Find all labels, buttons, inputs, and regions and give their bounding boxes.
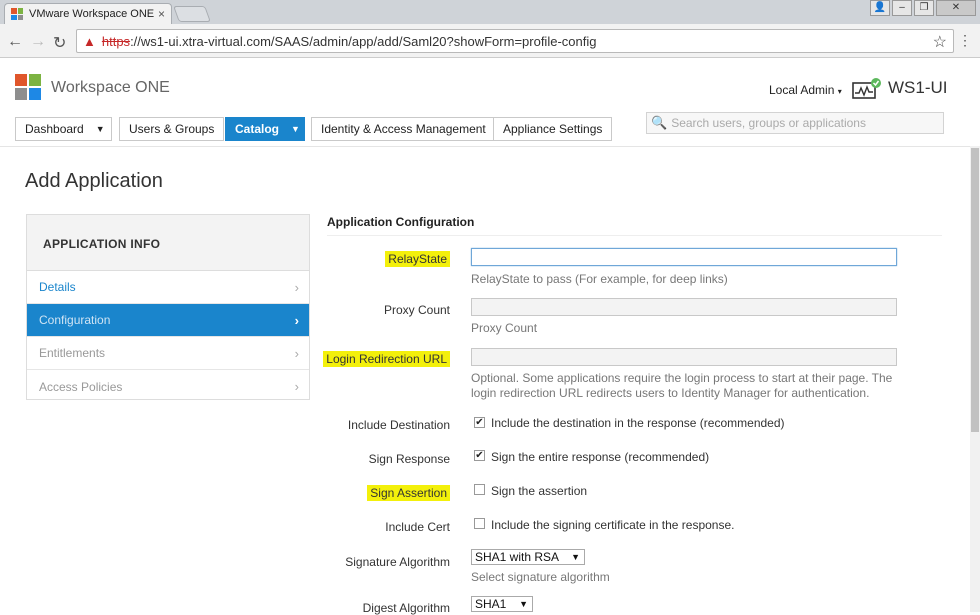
- nav-appliance-label: Appliance Settings: [503, 122, 603, 136]
- search-icon: 🔍: [651, 115, 668, 130]
- signature-algorithm-select[interactable]: SHA1 with RSA ▼: [471, 549, 585, 565]
- tenant-name: WS1-UI: [888, 78, 948, 97]
- minimize-icon[interactable]: –: [892, 0, 912, 16]
- sign-response-checkbox[interactable]: ✔: [474, 450, 485, 461]
- nav-appliance-settings[interactable]: Appliance Settings: [493, 117, 613, 141]
- login-redirect-label: Login Redirection URL: [290, 351, 450, 367]
- brand-name: Workspace ONE: [51, 79, 170, 96]
- sign-assertion-label: Sign Assertion: [290, 485, 450, 501]
- proxy-count-label: Proxy Count: [383, 303, 450, 317]
- new-tab-button[interactable]: [173, 6, 211, 22]
- close-window-icon[interactable]: ✕: [936, 0, 976, 16]
- sidebar-item-entitlements[interactable]: Entitlements ›: [27, 337, 309, 370]
- nav-users-groups[interactable]: Users & Groups: [119, 117, 225, 141]
- security-warning-icon: ▲: [83, 33, 96, 49]
- digest-algorithm-label: Digest Algorithm: [362, 601, 450, 615]
- address-bar[interactable]: ▲ https ://ws1-ui.xtra-virtual.com/SAAS/…: [76, 29, 954, 53]
- sign-assertion-checkbox[interactable]: [474, 484, 485, 495]
- include-cert-label: Include Cert: [385, 520, 450, 534]
- nav-identity-label: Identity & Access Management: [321, 122, 486, 136]
- digest-algorithm-value: SHA1: [475, 597, 507, 611]
- include-cert-text: Include the signing certificate in the r…: [491, 518, 735, 532]
- search-placeholder: Search users, groups or applications: [671, 116, 866, 130]
- browser-menu-icon[interactable]: ⋮: [958, 32, 972, 49]
- page-title: Add Application: [25, 170, 163, 192]
- browser-toolbar: ← → ↻ ▲ https ://ws1-ui.xtra-virtual.com…: [0, 24, 980, 58]
- nav-dashboard-label: Dashboard: [25, 122, 84, 136]
- nav-users-groups-label: Users & Groups: [129, 122, 215, 136]
- global-search-input[interactable]: 🔍 Search users, groups or applications: [646, 112, 944, 134]
- sign-response-text: Sign the entire response (recommended): [491, 450, 710, 464]
- application-info-sidebar: APPLICATION INFO Details › Configuration ›…: [26, 214, 310, 400]
- relaystate-help: RelayState to pass (For example, for dee…: [471, 272, 728, 286]
- forward-icon[interactable]: →: [30, 33, 46, 51]
- sidebar-heading: APPLICATION INFO: [27, 215, 309, 271]
- chevron-right-icon: ›: [294, 379, 299, 394]
- sidebar-item-configuration[interactable]: Configuration ›: [27, 304, 309, 337]
- chevron-down-icon: ▼: [291, 124, 300, 134]
- browser-tab-strip: VMware Workspace ONE × 👤 – ❐ ✕: [0, 0, 980, 24]
- tab-close-icon[interactable]: ×: [158, 7, 165, 21]
- relaystate-input[interactable]: [471, 248, 897, 266]
- digest-algorithm-select[interactable]: SHA1 ▼: [471, 596, 533, 612]
- window-controls: 👤 – ❐ ✕: [870, 0, 976, 16]
- signature-algorithm-value: SHA1 with RSA: [475, 550, 560, 564]
- header-divider: [0, 146, 980, 147]
- url-path: ://ws1-ui.xtra-virtual.com/SAAS/admin/ap…: [130, 33, 597, 49]
- vmware-favicon-icon: [11, 8, 23, 20]
- profile-icon[interactable]: 👤: [870, 0, 890, 16]
- restore-icon[interactable]: ❐: [914, 0, 934, 16]
- signature-algorithm-label: Signature Algorithm: [345, 555, 450, 569]
- bookmark-star-icon[interactable]: ☆: [933, 32, 947, 52]
- sign-assertion-text: Sign the assertion: [491, 484, 588, 498]
- sidebar-item-details[interactable]: Details ›: [27, 271, 309, 304]
- admin-user-menu[interactable]: Local Admin ▾: [769, 83, 842, 97]
- workspace-one-logo-icon: [15, 74, 41, 100]
- signature-algorithm-help: Select signature algorithm: [471, 570, 610, 584]
- browser-tab[interactable]: VMware Workspace ONE ×: [4, 3, 172, 24]
- include-destination-checkbox[interactable]: ✔: [474, 417, 485, 428]
- nav-catalog-label: Catalog: [235, 122, 280, 136]
- relaystate-label: RelayState: [290, 251, 450, 267]
- login-redirect-input[interactable]: [471, 348, 897, 366]
- browser-tab-title: VMware Workspace ONE: [29, 8, 155, 20]
- sidebar-item-access-policies[interactable]: Access Policies ›: [27, 370, 309, 403]
- chevron-down-icon: ▼: [571, 552, 580, 562]
- reload-icon[interactable]: ↻: [53, 33, 66, 53]
- scrollbar-thumb[interactable]: [971, 148, 979, 432]
- tenant-monitor-icon: [852, 78, 881, 99]
- include-cert-checkbox[interactable]: [474, 518, 485, 529]
- sidebar-item-label: Details: [39, 280, 76, 294]
- login-redirect-help: Optional. Some applications require the …: [471, 371, 893, 400]
- sign-response-label: Sign Response: [368, 452, 450, 466]
- admin-label: Local Admin: [769, 83, 835, 97]
- nav-dashboard[interactable]: Dashboard ▼: [15, 117, 112, 141]
- chevron-down-icon: ▼: [95, 124, 105, 134]
- url-scheme: https: [101, 33, 131, 49]
- back-icon[interactable]: ←: [7, 33, 23, 51]
- sidebar-item-label: Configuration: [39, 313, 111, 327]
- chevron-right-icon: ›: [294, 279, 299, 295]
- proxy-count-input[interactable]: [471, 298, 897, 316]
- sidebar-item-label: Access Policies: [39, 379, 123, 394]
- chevron-down-icon: ▼: [519, 599, 528, 609]
- section-divider: [327, 235, 942, 236]
- nav-identity-access[interactable]: Identity & Access Management: [311, 117, 496, 141]
- proxy-count-help: Proxy Count: [471, 321, 538, 335]
- section-title: Application Configuration: [327, 215, 475, 229]
- include-destination-text: Include the destination in the response …: [491, 416, 785, 430]
- nav-catalog[interactable]: Catalog ▼: [225, 117, 305, 141]
- page-scrollbar[interactable]: [970, 146, 980, 612]
- include-destination-label: Include Destination: [347, 418, 450, 432]
- sidebar-item-label: Entitlements: [39, 346, 106, 360]
